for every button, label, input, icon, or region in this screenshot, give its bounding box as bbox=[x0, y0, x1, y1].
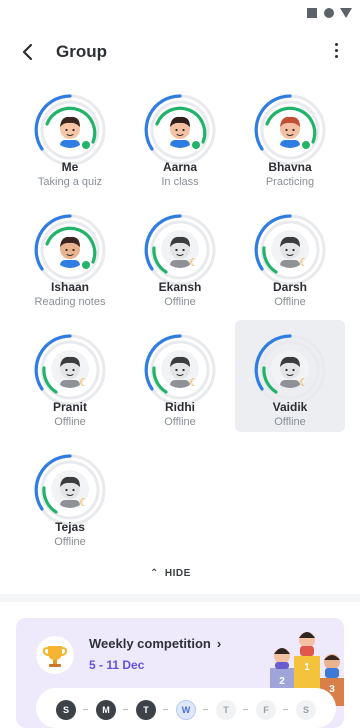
day-indicator: W bbox=[176, 700, 196, 720]
member-card[interactable]: ☾ Ekansh Offline bbox=[125, 206, 235, 318]
online-status-icon bbox=[80, 259, 92, 271]
day-indicator: M bbox=[96, 700, 116, 720]
member-card[interactable]: ☾ Darsh Offline bbox=[235, 206, 345, 318]
offline-moon-icon: ☾ bbox=[189, 377, 199, 389]
member-name: Aarna bbox=[162, 160, 197, 174]
day-separator bbox=[243, 709, 248, 710]
day-indicator: T bbox=[136, 700, 156, 720]
online-status-icon bbox=[80, 139, 92, 151]
day-indicator: F bbox=[256, 700, 276, 720]
more-vert-icon bbox=[334, 43, 338, 46]
hide-label: HIDE bbox=[164, 568, 191, 579]
day-separator bbox=[203, 709, 208, 710]
trophy-icon bbox=[36, 636, 74, 674]
member-name: Bhavna bbox=[268, 160, 312, 174]
member-status: Offline bbox=[54, 536, 86, 548]
member-status: In class bbox=[161, 176, 199, 188]
offline-moon-icon: ☾ bbox=[79, 377, 89, 389]
day-separator bbox=[163, 709, 168, 710]
member-name: Darsh bbox=[272, 280, 307, 294]
status-circle-icon bbox=[324, 8, 334, 18]
top-app-bar: Group bbox=[0, 30, 360, 74]
member-name: Vaidik bbox=[272, 400, 308, 414]
member-status: Offline bbox=[164, 296, 196, 308]
competition-dates: 5 - 11 Dec bbox=[89, 658, 145, 672]
chevron-up-icon: ⌃ bbox=[150, 568, 159, 579]
online-status-icon bbox=[190, 139, 202, 151]
member-status: Offline bbox=[54, 416, 86, 428]
offline-moon-icon: ☾ bbox=[79, 497, 89, 509]
member-name: Tejas bbox=[55, 520, 85, 534]
day-separator bbox=[123, 709, 128, 710]
offline-moon-icon: ☾ bbox=[299, 257, 309, 269]
member-name: Ishaan bbox=[50, 280, 89, 294]
offline-moon-icon: ☾ bbox=[189, 257, 199, 269]
more-options-button[interactable] bbox=[330, 40, 342, 64]
competition-title: Weekly competition › bbox=[89, 636, 222, 651]
day-separator bbox=[283, 709, 288, 710]
member-status: Practicing bbox=[265, 176, 315, 188]
status-square-icon bbox=[307, 8, 317, 18]
section-divider bbox=[0, 594, 360, 602]
member-card[interactable]: Aarna In class bbox=[125, 86, 235, 198]
member-status: Taking a quiz bbox=[37, 176, 103, 188]
chevron-right-icon: › bbox=[216, 636, 222, 651]
member-card[interactable]: ☾ Pranit Offline bbox=[15, 326, 125, 438]
week-progress-strip: SMTWTFS bbox=[36, 688, 336, 728]
member-card[interactable]: Ishaan Reading notes bbox=[15, 206, 125, 318]
member-name: Ridhi bbox=[165, 400, 195, 414]
back-button[interactable] bbox=[14, 38, 42, 66]
podium-rank-2: 2 bbox=[279, 676, 285, 687]
hide-toggle-button[interactable]: ⌃ HIDE bbox=[150, 568, 191, 584]
page-title: Group bbox=[56, 42, 107, 61]
offline-moon-icon: ☾ bbox=[299, 377, 309, 389]
member-name: Ekansh bbox=[158, 280, 202, 294]
status-bar bbox=[0, 0, 360, 24]
member-name: Me bbox=[61, 160, 79, 174]
member-status: Offline bbox=[274, 416, 306, 428]
day-indicator: S bbox=[296, 700, 316, 720]
member-card[interactable]: ☾ Tejas Offline bbox=[15, 446, 125, 558]
back-arrow-icon bbox=[22, 43, 33, 61]
member-card[interactable]: Me Taking a quiz bbox=[15, 86, 125, 198]
member-card[interactable]: ☾ Vaidik Offline bbox=[235, 320, 345, 432]
member-card[interactable]: Bhavna Practicing bbox=[235, 86, 345, 198]
member-card[interactable]: ☾ Ridhi Offline bbox=[125, 326, 235, 438]
member-name: Pranit bbox=[52, 400, 87, 414]
online-status-icon bbox=[300, 139, 312, 151]
member-status: Reading notes bbox=[34, 296, 106, 308]
member-status: Offline bbox=[164, 416, 196, 428]
status-triangle-icon bbox=[340, 8, 352, 18]
weekly-competition-card[interactable]: Weekly competition › 5 - 11 Dec 2 1 3 SMT… bbox=[16, 618, 344, 728]
day-separator bbox=[83, 709, 88, 710]
day-indicator: S bbox=[56, 700, 76, 720]
podium-rank-1: 1 bbox=[304, 662, 310, 673]
day-indicator: T bbox=[216, 700, 236, 720]
member-status: Offline bbox=[274, 296, 306, 308]
